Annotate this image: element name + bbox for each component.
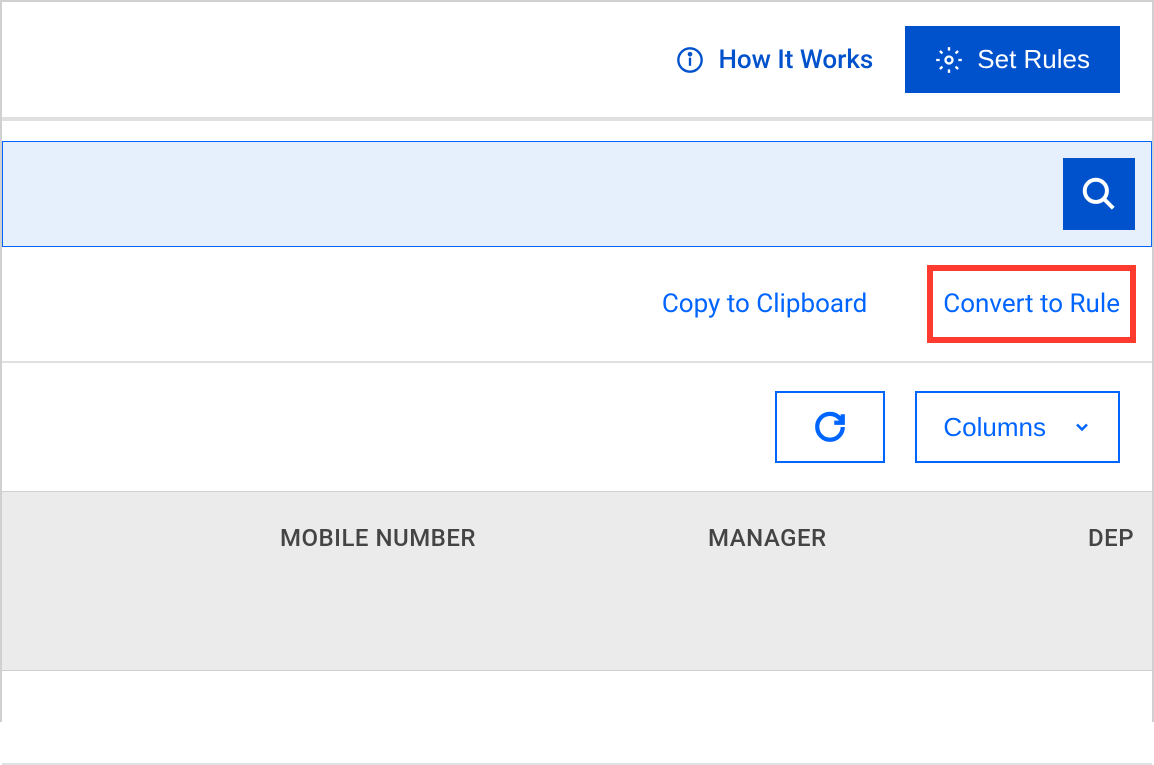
column-header-department[interactable]: DEP <box>1088 524 1134 552</box>
columns-label: Columns <box>943 412 1046 443</box>
column-header-mobile[interactable]: MOBILE NUMBER <box>280 524 476 552</box>
copy-to-clipboard-link[interactable]: Copy to Clipboard <box>662 289 867 319</box>
refresh-button[interactable] <box>775 391 885 463</box>
actions-row: Copy to Clipboard Convert to Rule <box>2 247 1152 363</box>
how-it-works-link[interactable]: How It Works <box>676 45 873 75</box>
table-header-row: MOBILE NUMBER MANAGER DEP <box>2 491 1152 671</box>
refresh-icon <box>813 410 847 444</box>
columns-button[interactable]: Columns <box>915 391 1120 463</box>
set-rules-label: Set Rules <box>977 44 1090 75</box>
table-body <box>2 671 1152 765</box>
convert-highlight-box: Convert to Rule <box>927 265 1136 343</box>
convert-to-rule-link[interactable]: Convert to Rule <box>943 289 1120 319</box>
how-it-works-label: How It Works <box>718 45 873 75</box>
search-button[interactable] <box>1063 158 1135 230</box>
chevron-down-icon <box>1072 417 1092 437</box>
info-icon <box>676 46 704 74</box>
search-icon <box>1080 175 1118 213</box>
search-bar[interactable] <box>2 141 1152 247</box>
top-toolbar: How It Works Set Rules <box>2 2 1152 121</box>
controls-row: Columns <box>2 363 1152 491</box>
set-rules-button[interactable]: Set Rules <box>905 26 1120 93</box>
gear-icon <box>935 46 963 74</box>
column-header-manager[interactable]: MANAGER <box>708 524 827 552</box>
